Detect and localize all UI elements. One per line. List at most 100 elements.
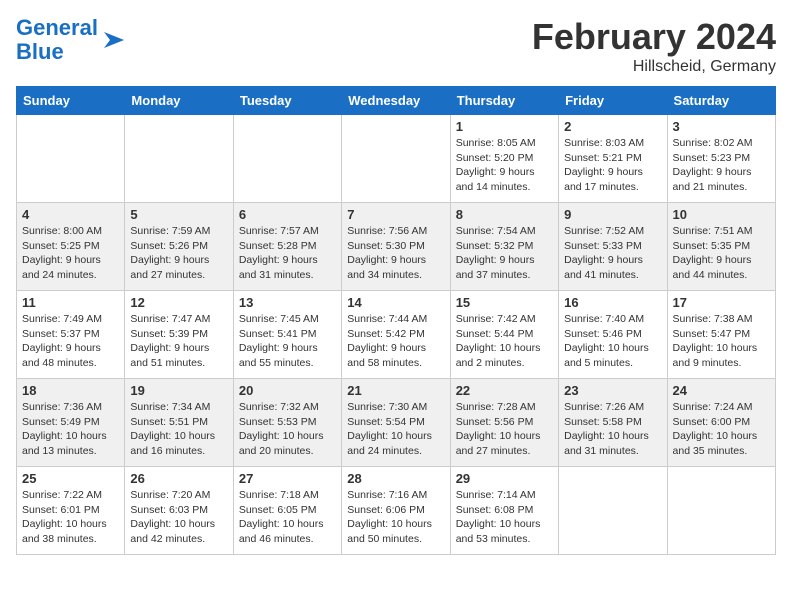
weekday-header-thursday: Thursday (450, 87, 558, 115)
calendar-week-row: 11 Sunrise: 7:49 AM Sunset: 5:37 PM Dayli… (17, 291, 776, 379)
weekday-header-tuesday: Tuesday (233, 87, 341, 115)
day-info: Sunrise: 7:57 AM Sunset: 5:28 PM Dayligh… (239, 224, 336, 283)
calendar-cell: 4 Sunrise: 8:00 AM Sunset: 5:25 PM Daylig… (17, 203, 125, 291)
calendar-cell: 3 Sunrise: 8:02 AM Sunset: 5:23 PM Daylig… (667, 115, 775, 203)
day-number: 14 (347, 295, 444, 310)
day-number: 26 (130, 471, 227, 486)
calendar-cell: 21 Sunrise: 7:30 AM Sunset: 5:54 PM Dayli… (342, 379, 450, 467)
day-number: 5 (130, 207, 227, 222)
calendar-week-row: 4 Sunrise: 8:00 AM Sunset: 5:25 PM Daylig… (17, 203, 776, 291)
calendar-cell (233, 115, 341, 203)
day-number: 10 (673, 207, 770, 222)
day-info: Sunrise: 8:03 AM Sunset: 5:21 PM Dayligh… (564, 136, 661, 195)
calendar-cell: 20 Sunrise: 7:32 AM Sunset: 5:53 PM Dayli… (233, 379, 341, 467)
day-info: Sunrise: 7:42 AM Sunset: 5:44 PM Dayligh… (456, 312, 553, 371)
logo-blue: Blue (16, 39, 64, 64)
day-info: Sunrise: 7:49 AM Sunset: 5:37 PM Dayligh… (22, 312, 119, 371)
calendar-cell: 29 Sunrise: 7:14 AM Sunset: 6:08 PM Dayli… (450, 467, 558, 555)
day-info: Sunrise: 7:16 AM Sunset: 6:06 PM Dayligh… (347, 488, 444, 547)
calendar-week-row: 18Sunrise: 7:36 AM Sunset: 5:49 PM Dayli… (17, 379, 776, 467)
calendar-cell: 18Sunrise: 7:36 AM Sunset: 5:49 PM Dayli… (17, 379, 125, 467)
day-number: 27 (239, 471, 336, 486)
day-number: 3 (673, 119, 770, 134)
day-number: 12 (130, 295, 227, 310)
calendar-cell: 7 Sunrise: 7:56 AM Sunset: 5:30 PM Daylig… (342, 203, 450, 291)
day-info: Sunrise: 7:32 AM Sunset: 5:53 PM Dayligh… (239, 400, 336, 459)
calendar-cell (125, 115, 233, 203)
day-info: Sunrise: 7:20 AM Sunset: 6:03 PM Dayligh… (130, 488, 227, 547)
logo: General Blue (16, 16, 128, 64)
calendar-cell: 10Sunrise: 7:51 AM Sunset: 5:35 PM Dayli… (667, 203, 775, 291)
day-info: Sunrise: 7:38 AM Sunset: 5:47 PM Dayligh… (673, 312, 770, 371)
day-number: 22 (456, 383, 553, 398)
day-number: 19 (130, 383, 227, 398)
day-info: Sunrise: 7:47 AM Sunset: 5:39 PM Dayligh… (130, 312, 227, 371)
weekday-header-saturday: Saturday (667, 87, 775, 115)
calendar-cell: 26 Sunrise: 7:20 AM Sunset: 6:03 PM Dayli… (125, 467, 233, 555)
day-number: 16 (564, 295, 661, 310)
calendar-cell: 16 Sunrise: 7:40 AM Sunset: 5:46 PM Dayli… (559, 291, 667, 379)
calendar-week-row: 1Sunrise: 8:05 AM Sunset: 5:20 PM Daylig… (17, 115, 776, 203)
page-header: General Blue February 2024 Hillscheid, G… (16, 16, 776, 76)
day-info: Sunrise: 7:44 AM Sunset: 5:42 PM Dayligh… (347, 312, 444, 371)
calendar-cell: 13Sunrise: 7:45 AM Sunset: 5:41 PM Dayli… (233, 291, 341, 379)
day-number: 20 (239, 383, 336, 398)
day-number: 24 (673, 383, 770, 398)
day-number: 7 (347, 207, 444, 222)
calendar-cell: 12 Sunrise: 7:47 AM Sunset: 5:39 PM Dayli… (125, 291, 233, 379)
day-info: Sunrise: 7:18 AM Sunset: 6:05 PM Dayligh… (239, 488, 336, 547)
day-info: Sunrise: 7:24 AM Sunset: 6:00 PM Dayligh… (673, 400, 770, 459)
day-info: Sunrise: 7:34 AM Sunset: 5:51 PM Dayligh… (130, 400, 227, 459)
calendar-cell: 17 Sunrise: 7:38 AM Sunset: 5:47 PM Dayli… (667, 291, 775, 379)
day-info: Sunrise: 7:40 AM Sunset: 5:46 PM Dayligh… (564, 312, 661, 371)
calendar-cell: 9Sunrise: 7:52 AM Sunset: 5:33 PM Daylig… (559, 203, 667, 291)
calendar-cell: 28Sunrise: 7:16 AM Sunset: 6:06 PM Dayli… (342, 467, 450, 555)
calendar-cell: 14 Sunrise: 7:44 AM Sunset: 5:42 PM Dayli… (342, 291, 450, 379)
calendar-cell: 19 Sunrise: 7:34 AM Sunset: 5:51 PM Dayli… (125, 379, 233, 467)
calendar-cell: 23Sunrise: 7:26 AM Sunset: 5:58 PM Dayli… (559, 379, 667, 467)
calendar-week-row: 25Sunrise: 7:22 AM Sunset: 6:01 PM Dayli… (17, 467, 776, 555)
day-number: 1 (456, 119, 553, 134)
calendar-cell: 27 Sunrise: 7:18 AM Sunset: 6:05 PM Dayli… (233, 467, 341, 555)
calendar-cell: 15 Sunrise: 7:42 AM Sunset: 5:44 PM Dayli… (450, 291, 558, 379)
day-info: Sunrise: 8:02 AM Sunset: 5:23 PM Dayligh… (673, 136, 770, 195)
day-info: Sunrise: 7:26 AM Sunset: 5:58 PM Dayligh… (564, 400, 661, 459)
weekday-header-sunday: Sunday (17, 87, 125, 115)
day-info: Sunrise: 7:45 AM Sunset: 5:41 PM Dayligh… (239, 312, 336, 371)
calendar-cell: 22 Sunrise: 7:28 AM Sunset: 5:56 PM Dayli… (450, 379, 558, 467)
calendar-cell: 6 Sunrise: 7:57 AM Sunset: 5:28 PM Daylig… (233, 203, 341, 291)
day-number: 17 (673, 295, 770, 310)
day-info: Sunrise: 8:00 AM Sunset: 5:25 PM Dayligh… (22, 224, 119, 283)
logo-text: General Blue (16, 16, 98, 64)
calendar-cell (342, 115, 450, 203)
day-info: Sunrise: 7:54 AM Sunset: 5:32 PM Dayligh… (456, 224, 553, 283)
day-info: Sunrise: 7:52 AM Sunset: 5:33 PM Dayligh… (564, 224, 661, 283)
day-number: 6 (239, 207, 336, 222)
weekday-header-wednesday: Wednesday (342, 87, 450, 115)
day-info: Sunrise: 7:36 AM Sunset: 5:49 PM Dayligh… (22, 400, 119, 459)
day-number: 21 (347, 383, 444, 398)
day-info: Sunrise: 7:28 AM Sunset: 5:56 PM Dayligh… (456, 400, 553, 459)
day-number: 2 (564, 119, 661, 134)
day-number: 15 (456, 295, 553, 310)
calendar-cell: 25Sunrise: 7:22 AM Sunset: 6:01 PM Dayli… (17, 467, 125, 555)
day-info: Sunrise: 7:30 AM Sunset: 5:54 PM Dayligh… (347, 400, 444, 459)
calendar-cell: 5Sunrise: 7:59 AM Sunset: 5:26 PM Daylig… (125, 203, 233, 291)
calendar-cell: 24 Sunrise: 7:24 AM Sunset: 6:00 PM Dayli… (667, 379, 775, 467)
month-title: February 2024 (532, 16, 776, 58)
calendar-cell: 2 Sunrise: 8:03 AM Sunset: 5:21 PM Daylig… (559, 115, 667, 203)
day-info: Sunrise: 7:56 AM Sunset: 5:30 PM Dayligh… (347, 224, 444, 283)
day-info: Sunrise: 7:14 AM Sunset: 6:08 PM Dayligh… (456, 488, 553, 547)
title-block: February 2024 Hillscheid, Germany (532, 16, 776, 76)
location: Hillscheid, Germany (532, 58, 776, 76)
weekday-header-friday: Friday (559, 87, 667, 115)
calendar-cell (667, 467, 775, 555)
calendar-cell: 11 Sunrise: 7:49 AM Sunset: 5:37 PM Dayli… (17, 291, 125, 379)
day-number: 11 (22, 295, 119, 310)
logo-general: General (16, 15, 98, 40)
day-number: 4 (22, 207, 119, 222)
weekday-header-monday: Monday (125, 87, 233, 115)
day-number: 25 (22, 471, 119, 486)
day-number: 29 (456, 471, 553, 486)
logo-arrow-icon (100, 26, 128, 54)
